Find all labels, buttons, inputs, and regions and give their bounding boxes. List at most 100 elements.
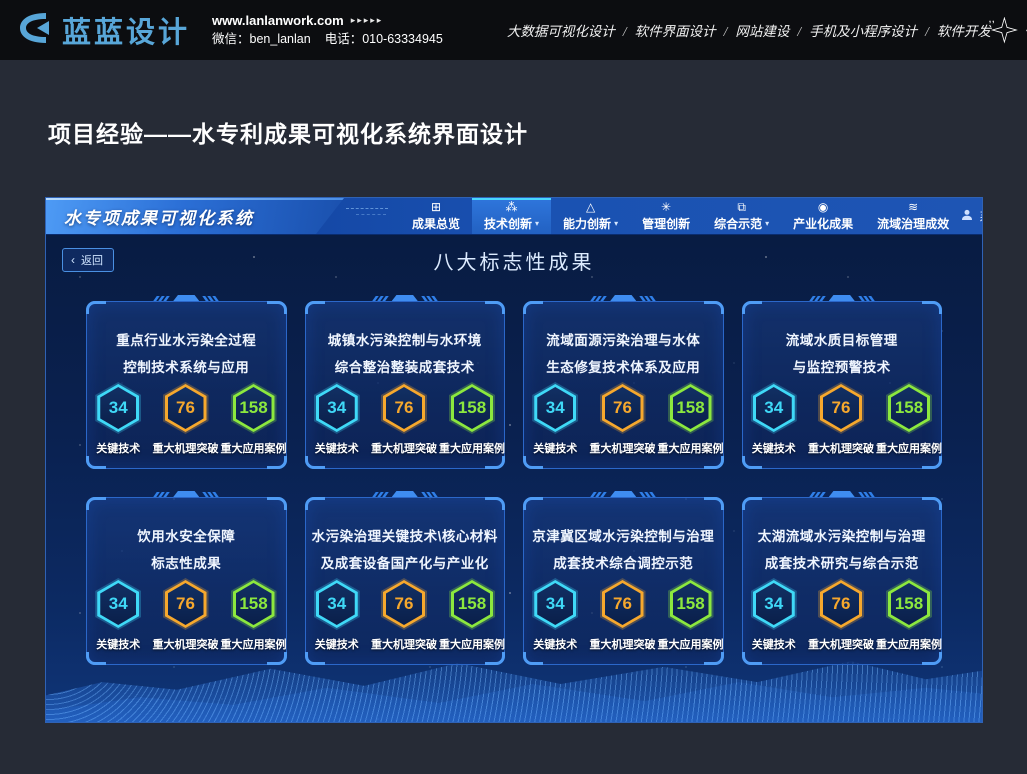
service-link-3[interactable]: 手机及小程序设计 [809, 24, 917, 39]
chevron-down-icon: ▾ [535, 219, 539, 228]
hexagon-badge-icon: 34 [751, 578, 797, 630]
card-badges: 34 关键技术 76 重大机理突破 158 重大应用案例 [306, 382, 505, 456]
achievement-card-4[interactable]: 饮用水安全保障标志性成果 34 关键技术 76 重大机理突破 158 重大应用案… [86, 497, 287, 665]
badge-value: 158 [449, 382, 495, 434]
badge-value: 76 [381, 382, 427, 434]
badge-value: 158 [668, 382, 714, 434]
nav-item-label: 产业化成果 [793, 215, 853, 232]
achievement-card-6[interactable]: 京津冀区域水污染控制与治理成套技术综合调控示范 34 关键技术 76 重大机理突… [523, 497, 724, 665]
badge-label: 关键技术 [96, 636, 140, 652]
hexagon-badge-icon: 158 [231, 578, 277, 630]
card-top-decoration [374, 295, 436, 301]
circuit-decoration [344, 198, 400, 234]
badge-value: 76 [818, 382, 864, 434]
nav-items: ⊞ 成果总览 ⁂ 技术创新 ▾ △ 能力创新 ▾ ✳ 管理创新 ⧉ 综合示范 ▾ [400, 198, 961, 234]
badge-value: 76 [818, 578, 864, 630]
stat-badge: 34 关键技术 [524, 578, 587, 652]
grid-icon: ⊞ [431, 201, 441, 214]
badge-label: 关键技术 [315, 636, 359, 652]
admin-user[interactable]: 系统管理员 [961, 208, 983, 225]
card-title: 流域水质目标管理与监控预警技术 [743, 327, 942, 381]
card-badges: 34 关键技术 76 重大机理突破 158 重大应用案例 [524, 382, 723, 456]
achievement-card-5[interactable]: 水污染治理关键技术\核心材料及成套设备国产化与产业化 34 关键技术 76 重大… [305, 497, 506, 665]
website-url[interactable]: www.lanlanwork.com [212, 13, 344, 28]
achievement-card-3[interactable]: 流域水质目标管理与监控预警技术 34 关键技术 76 重大机理突破 158 重大… [742, 301, 943, 469]
service-link-2[interactable]: 网站建设 [735, 24, 789, 39]
stat-badge: 158 重大应用案例 [222, 578, 286, 652]
hexagon-badge-icon: 34 [532, 382, 578, 434]
stat-badge: 76 重大机理突破 [372, 578, 436, 652]
nav-item-0[interactable]: ⊞ 成果总览 [400, 198, 472, 234]
badge-value: 158 [231, 382, 277, 434]
badge-value: 76 [600, 382, 646, 434]
chevron-left-icon: ‹ [71, 255, 75, 265]
nav-item-2[interactable]: △ 能力创新 ▾ [551, 198, 630, 234]
badge-value: 158 [886, 578, 932, 630]
achievement-cards-grid: 重点行业水污染全过程控制技术系统与应用 34 关键技术 76 重大机理突破 15… [86, 301, 942, 665]
badge-label: 重大应用案例 [221, 636, 287, 652]
site-header: 蓝蓝设计 www.lanlanwork.com▸▸▸▸▸ 微信：ben_lanl… [0, 0, 1027, 60]
card-title: 京津冀区域水污染控制与治理成套技术综合调控示范 [524, 523, 723, 577]
card-badges: 34 关键技术 76 重大机理突破 158 重大应用案例 [524, 578, 723, 652]
achievement-card-1[interactable]: 城镇水污染控制与水环境综合整治整装成套技术 34 关键技术 76 重大机理突破 … [305, 301, 506, 469]
badge-label: 关键技术 [96, 440, 140, 456]
stat-badge: 34 关键技术 [743, 382, 806, 456]
card-title: 太湖流域水污染控制与治理成套技术研究与综合示范 [743, 523, 942, 577]
back-button[interactable]: ‹ 返回 [62, 248, 114, 272]
card-top-decoration [811, 295, 873, 301]
chevron-down-icon: ▾ [614, 219, 618, 228]
nav-item-label: 成果总览 [412, 215, 460, 232]
logo-text[interactable]: 蓝蓝设计 [62, 9, 190, 51]
hexagon-badge-icon: 34 [751, 382, 797, 434]
hexagon-badge-icon: 34 [532, 578, 578, 630]
stat-badge: 76 重大机理突破 [591, 578, 655, 652]
badge-label: 重大机理突破 [808, 440, 874, 456]
nav-item-4[interactable]: ⧉ 综合示范 ▾ [702, 198, 781, 234]
hexagon-badge-icon: 76 [163, 578, 209, 630]
achievement-card-7[interactable]: 太湖流域水污染控制与治理成套技术研究与综合示范 34 关键技术 76 重大机理突… [742, 497, 943, 665]
stat-badge: 158 重大应用案例 [877, 382, 941, 456]
badge-label: 重大应用案例 [876, 440, 942, 456]
card-title: 饮用水安全保障标志性成果 [87, 523, 286, 577]
service-link-1[interactable]: 软件界面设计 [635, 24, 716, 39]
badge-label: 重大应用案例 [658, 440, 724, 456]
badge-label: 重大机理突破 [590, 636, 656, 652]
badge-value: 34 [314, 382, 360, 434]
hexagon-badge-icon: 158 [886, 382, 932, 434]
badge-value: 34 [751, 578, 797, 630]
badge-label: 重大应用案例 [658, 636, 724, 652]
badge-label: 关键技术 [752, 440, 796, 456]
nav-item-1[interactable]: ⁂ 技术创新 ▾ [472, 198, 551, 234]
achievement-card-0[interactable]: 重点行业水污染全过程控制技术系统与应用 34 关键技术 76 重大机理突破 15… [86, 301, 287, 469]
card-title: 流域面源污染治理与水体生态修复技术体系及应用 [524, 327, 723, 381]
stat-badge: 76 重大机理突破 [154, 382, 218, 456]
stat-badge: 34 关键技术 [87, 578, 150, 652]
badge-value: 34 [314, 578, 360, 630]
hexagon-badge-icon: 158 [886, 578, 932, 630]
hexagon-badge-icon: 158 [231, 382, 277, 434]
badge-value: 158 [449, 578, 495, 630]
achievement-card-2[interactable]: 流域面源污染治理与水体生态修复技术体系及应用 34 关键技术 76 重大机理突破… [523, 301, 724, 469]
badge-value: 76 [381, 578, 427, 630]
badge-label: 重大应用案例 [439, 636, 505, 652]
nav-item-6[interactable]: ≋ 流域治理成效 [865, 198, 961, 234]
nav-item-label: 能力创新 [563, 215, 611, 232]
card-top-decoration [155, 491, 217, 497]
stat-badge: 158 重大应用案例 [440, 578, 504, 652]
card-badges: 34 关键技术 76 重大机理突破 158 重大应用案例 [743, 382, 942, 456]
phone-number: 电话：010-63334945 [325, 32, 443, 46]
service-link-0[interactable]: 大数据可视化设计 [507, 24, 615, 39]
stat-badge: 34 关键技术 [306, 578, 369, 652]
service-link-4[interactable]: 软件开发 [937, 24, 991, 39]
portfolio-link[interactable]: ,, 作品案例 [991, 13, 1027, 47]
user-icon [961, 209, 973, 224]
system-title-banner: 水专项成果可视化系统 [46, 198, 344, 234]
stat-badge: 158 重大应用案例 [659, 578, 723, 652]
molecule-icon: ⁂ [506, 201, 518, 214]
nav-item-5[interactable]: ◉ 产业化成果 [781, 198, 865, 234]
badge-label: 重大应用案例 [439, 440, 505, 456]
nav-item-3[interactable]: ✳ 管理创新 [630, 198, 702, 234]
lanlan-logo-icon[interactable] [16, 11, 54, 50]
card-top-decoration [592, 491, 654, 497]
hexagon-badge-icon: 76 [381, 578, 427, 630]
